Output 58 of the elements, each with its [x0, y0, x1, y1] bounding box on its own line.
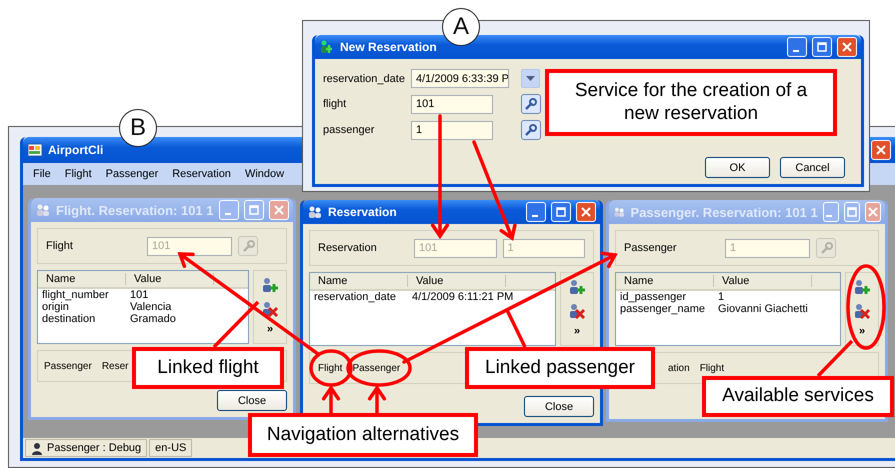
- callout: Service for the creation of a new reservation: [545, 69, 837, 136]
- menu-item[interactable]: Window: [238, 168, 290, 180]
- menu-item[interactable]: Passenger: [100, 168, 164, 180]
- column-header[interactable]: Name: [616, 275, 714, 287]
- dialog-button[interactable]: Cancel: [780, 157, 845, 178]
- window-title: Flight. Reservation: 101 1: [56, 202, 214, 218]
- more-services-button[interactable]: »: [858, 325, 866, 337]
- window-title: Passenger. Reservation: 101 1: [630, 204, 818, 220]
- column-header[interactable]: Name: [310, 275, 408, 287]
- window-title: Reservation: [328, 205, 398, 219]
- table-cell-text: 1: [717, 291, 726, 303]
- menu-item[interactable]: File: [27, 168, 57, 180]
- column-header[interactable]: Name: [38, 273, 126, 285]
- input-field[interactable]: 101: [411, 94, 493, 114]
- table-cell-text: id_passenger: [619, 291, 688, 303]
- table-cell-text: reservation_date: [313, 291, 397, 303]
- callout: Navigation alternatives: [248, 413, 478, 457]
- field-label: passenger: [323, 124, 376, 136]
- navigation-link[interactable]: Flight: [318, 362, 342, 374]
- field-label: Reservation: [318, 242, 378, 254]
- dialog-button[interactable]: OK: [705, 157, 770, 178]
- close-window-button[interactable]: Close: [524, 396, 594, 417]
- window-title: New Reservation: [340, 40, 438, 54]
- table-cell-text: 4/1/2009 6:11:21 PM: [411, 291, 514, 303]
- table-cell-text: passenger_name: [619, 303, 706, 315]
- field-label: Passenger: [624, 242, 678, 254]
- table-cell-text: destination: [41, 313, 96, 325]
- callout: Available services: [702, 376, 894, 417]
- callout: Linked flight: [132, 347, 284, 389]
- table-cell-text: 101: [129, 289, 150, 301]
- field-label: reservation_date: [323, 72, 406, 84]
- table-cell-text: origin: [41, 301, 70, 313]
- navigation-link[interactable]: ation: [668, 362, 690, 374]
- status-text: en-US: [155, 442, 186, 454]
- input-field[interactable]: 1: [411, 120, 493, 140]
- table-cell-text: Giovanni Giachetti: [717, 303, 809, 315]
- menu-item[interactable]: Reservation: [166, 168, 237, 180]
- more-services-button[interactable]: »: [574, 325, 580, 337]
- field-label: Flight: [46, 240, 74, 252]
- table-cell-text: Valencia: [129, 301, 172, 313]
- navigation-link[interactable]: Passenger: [44, 360, 92, 372]
- column-header[interactable]: Value: [126, 273, 214, 285]
- callout: Linked passenger: [465, 347, 655, 389]
- field-label: flight: [323, 98, 348, 110]
- menu-item[interactable]: Flight: [58, 168, 98, 180]
- marker-label: B: [119, 109, 157, 147]
- column-header[interactable]: Value: [408, 275, 506, 287]
- status-text: Passenger : Debug: [47, 442, 142, 454]
- marker-label: A: [442, 8, 480, 46]
- table-cell-text: flight_number: [41, 289, 110, 301]
- navigation-link[interactable]: Reser: [102, 360, 128, 372]
- close-window-button[interactable]: Close: [217, 390, 287, 411]
- navigation-link[interactable]: Passenger: [352, 362, 400, 374]
- more-services-button[interactable]: »: [266, 323, 274, 335]
- column-header[interactable]: Value: [714, 275, 812, 287]
- window-title: AirportCli: [48, 143, 104, 157]
- navigation-link[interactable]: Flight: [700, 362, 724, 374]
- table-cell-text: Gramado: [129, 313, 177, 325]
